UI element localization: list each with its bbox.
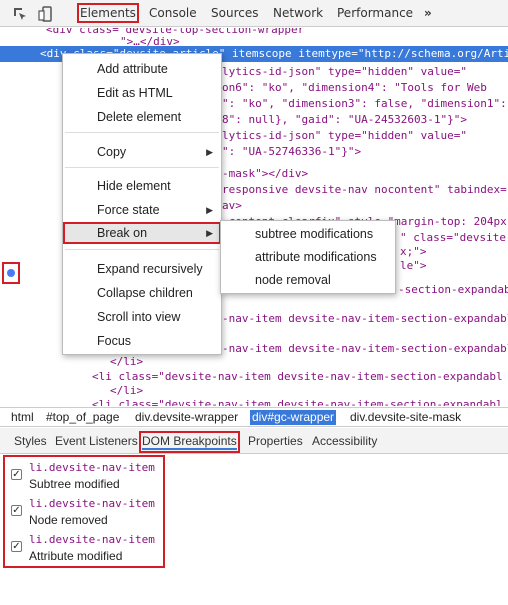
- tree-line[interactable]: av>: [222, 198, 242, 214]
- submenu-arrow-icon: ▶: [206, 205, 213, 215]
- tab-performance[interactable]: Performance: [337, 6, 413, 20]
- menu-item-hide-element[interactable]: Hide element: [63, 175, 221, 197]
- menu-item-label: Add attribute: [97, 62, 168, 76]
- sidebar-tabs: Styles Event Listeners DOM Breakpoints P…: [0, 428, 508, 454]
- tree-line[interactable]: -nav-item devsite-nav-item-section-expan…: [222, 341, 508, 357]
- breadcrumb-item[interactable]: div.devsite-wrapper: [133, 410, 240, 425]
- menu-item-label: Expand recursively: [97, 262, 203, 276]
- breakpoint-selector: li.devsite-nav-item: [29, 497, 155, 510]
- breadcrumb-item[interactable]: div.devsite-site-mask: [348, 410, 463, 425]
- breadcrumb-item[interactable]: #top_of_page: [44, 410, 121, 425]
- breadcrumb-item[interactable]: html: [9, 410, 36, 425]
- submenu-item-node-removal[interactable]: node removal: [221, 269, 395, 291]
- tab-dom-breakpoints[interactable]: DOM Breakpoints: [139, 431, 240, 453]
- breakpoint-checkbox[interactable]: ✓: [11, 541, 22, 552]
- tab-styles[interactable]: Styles: [14, 434, 47, 448]
- breakpoint-checkbox[interactable]: ✓: [11, 469, 22, 480]
- tree-line[interactable]: ": "UA-52746336-1"}">: [222, 144, 361, 160]
- device-toolbar-icon[interactable]: [38, 6, 54, 22]
- submenu-arrow-icon: ▶: [206, 147, 213, 157]
- more-tabs-button[interactable]: »: [424, 6, 432, 20]
- tree-line[interactable]: responsive devsite-nav nocontent" tabind…: [222, 182, 507, 198]
- breakpoint-selector: li.devsite-nav-item: [29, 461, 155, 474]
- devtools-toolbar: Elements Console Sources Network Perform…: [0, 0, 508, 27]
- menu-item-break-on[interactable]: Break on ▶: [63, 222, 221, 244]
- menu-item-edit-as-html[interactable]: Edit as HTML: [63, 82, 221, 104]
- breakpoint-selector: li.devsite-nav-item: [29, 533, 155, 546]
- tree-line[interactable]: -mask"></div>: [222, 166, 308, 182]
- menu-item-force-state[interactable]: Force state ▶: [63, 199, 221, 221]
- menu-item-label: Edit as HTML: [97, 86, 173, 100]
- submenu-arrow-icon: ▶: [206, 228, 213, 238]
- context-menu: Add attribute Edit as HTML Delete elemen…: [62, 53, 222, 355]
- tab-accessibility[interactable]: Accessibility: [312, 434, 377, 448]
- dom-breakpoints-list: ✓ li.devsite-nav-item Subtree modified ✓…: [3, 455, 165, 568]
- menu-item-scroll-into-view[interactable]: Scroll into view: [63, 306, 221, 328]
- tree-line[interactable]: -section-expandabl: [398, 282, 508, 298]
- menu-item-label: Copy: [97, 145, 127, 159]
- submenu-item-attribute-modifications[interactable]: attribute modifications: [221, 246, 395, 268]
- breadcrumb-item-selected[interactable]: div#gc-wrapper: [250, 410, 337, 425]
- tab-sources[interactable]: Sources: [211, 6, 258, 20]
- list-item[interactable]: ✓ li.devsite-nav-item Subtree modified: [9, 459, 159, 493]
- menu-item-label: subtree modifications: [255, 227, 374, 241]
- menu-item-delete-element[interactable]: Delete element: [63, 106, 221, 128]
- tree-line[interactable]: <li class="devsite-nav-item devsite-nav-…: [92, 369, 503, 385]
- menu-item-label: Delete element: [97, 110, 182, 124]
- menu-item-label: Hide element: [97, 179, 171, 193]
- tree-line[interactable]: -nav-item devsite-nav-item-section-expan…: [222, 311, 508, 327]
- menu-separator: [65, 132, 219, 133]
- breakpoint-type: Attribute modified: [29, 549, 123, 563]
- tab-console[interactable]: Console: [149, 6, 197, 20]
- tab-event-listeners[interactable]: Event Listeners: [55, 434, 138, 448]
- breakpoint-type: Node removed: [29, 513, 108, 527]
- menu-item-expand-recursively[interactable]: Expand recursively: [63, 258, 221, 280]
- tab-properties[interactable]: Properties: [248, 434, 303, 448]
- menu-item-label: node removal: [255, 273, 331, 287]
- menu-separator: [65, 167, 219, 168]
- tree-line[interactable]: lytics-id-json" type="hidden" value=": [222, 128, 467, 144]
- menu-item-label: Focus: [97, 334, 132, 348]
- breakpoint-dot-icon: [7, 269, 15, 277]
- menu-item-collapse-children[interactable]: Collapse children: [63, 282, 221, 304]
- inspect-element-icon[interactable]: [12, 6, 28, 22]
- menu-item-label: attribute modifications: [255, 250, 377, 264]
- list-item[interactable]: ✓ li.devsite-nav-item Node removed: [9, 495, 159, 529]
- menu-item-label: Scroll into view: [97, 310, 181, 324]
- menu-item-add-attribute[interactable]: Add attribute: [63, 58, 221, 80]
- menu-item-copy[interactable]: Copy ▶: [63, 141, 221, 163]
- menu-item-label: Collapse children: [97, 286, 193, 300]
- breadcrumb: html #top_of_page div.devsite-wrapper di…: [0, 407, 508, 427]
- menu-item-label: Force state: [97, 203, 160, 217]
- tree-line[interactable]: on6": "ko", "dimension4": "Tools for Web: [222, 80, 487, 96]
- tree-line[interactable]: lytics-id-json" type="hidden" value=": [222, 64, 467, 80]
- tab-elements[interactable]: Elements: [77, 3, 139, 23]
- break-on-submenu: subtree modifications attribute modifica…: [220, 220, 396, 294]
- submenu-item-subtree-modifications[interactable]: subtree modifications: [221, 223, 395, 245]
- breakpoint-type: Subtree modified: [29, 477, 120, 491]
- list-item[interactable]: ✓ li.devsite-nav-item Attribute modified: [9, 531, 159, 565]
- breakpoint-gutter-marker[interactable]: [2, 262, 20, 284]
- menu-item-label: Break on: [97, 226, 148, 240]
- tree-line[interactable]: <li class="devsite-nav-item devsite-nav-…: [92, 397, 503, 406]
- tree-line[interactable]: </li>: [110, 354, 143, 370]
- tab-network[interactable]: Network: [273, 6, 323, 20]
- menu-item-focus[interactable]: Focus: [63, 330, 221, 352]
- tree-line[interactable]: le">: [400, 258, 427, 274]
- tree-line[interactable]: ": "ko", "dimension3": false, "dimension…: [222, 96, 507, 112]
- tree-line[interactable]: 8": null}, "gaid": "UA-24532603-1"}">: [222, 112, 467, 128]
- menu-separator: [65, 249, 219, 250]
- breakpoint-checkbox[interactable]: ✓: [11, 505, 22, 516]
